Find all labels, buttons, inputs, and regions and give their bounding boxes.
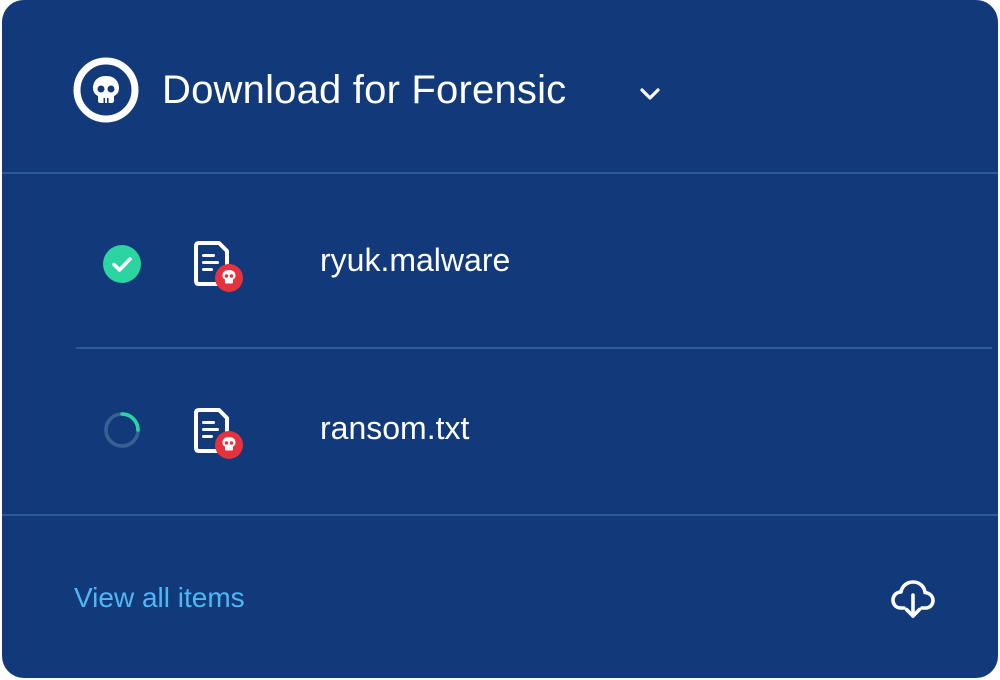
skull-icon [73,57,139,123]
check-circle-icon [103,245,141,283]
header-divider [2,172,998,174]
forensic-download-card: Download for Forensic ryuk.malware ranso… [2,0,998,678]
list-item[interactable]: ryuk.malware [2,202,998,322]
cloud-download-icon[interactable] [888,576,938,622]
malware-file-icon [194,408,243,459]
view-all-items-link[interactable]: View all items [74,580,245,616]
chevron-down-icon[interactable] [636,80,664,108]
item-divider [76,347,992,349]
spinner-icon [104,412,140,448]
file-name: ryuk.malware [320,242,511,278]
card-header: Download for Forensic [2,0,998,172]
list-item[interactable]: ransom.txt [2,369,998,489]
file-name: ransom.txt [320,410,470,446]
card-title: Download for Forensic [162,68,567,112]
malware-file-icon [194,241,243,292]
footer-divider [2,514,998,516]
